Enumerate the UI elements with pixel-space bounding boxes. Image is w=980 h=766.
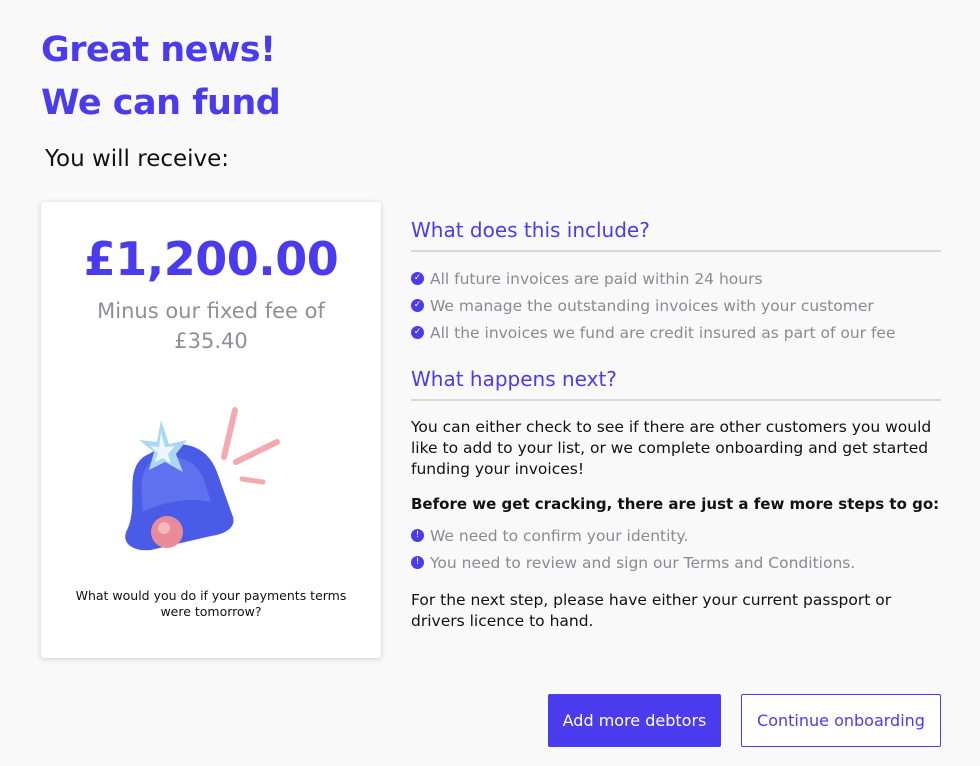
list-item: ✓ All the invoices we fund are credit ins… xyxy=(411,319,941,346)
page-headline: Great news! We can fund xyxy=(41,24,281,130)
includes-list: ✓ All future invoices are paid within 24 … xyxy=(411,265,941,346)
check-icon: ✓ xyxy=(411,299,424,312)
list-item-text: All future invoices are paid within 24 h… xyxy=(430,269,763,288)
continue-onboarding-button[interactable]: Continue onboarding xyxy=(741,694,941,747)
list-item: ✓ We manage the outstanding invoices with… xyxy=(411,292,941,319)
check-icon: ✓ xyxy=(411,326,424,339)
next-steps-paragraph: You can either check to see if there are… xyxy=(411,418,932,478)
check-icon: ✓ xyxy=(411,272,424,285)
next-steps-section: What happens next? You can either check … xyxy=(411,367,941,632)
list-item: ✓ All future invoices are paid within 24 … xyxy=(411,265,941,292)
next-steps-title: What happens next? xyxy=(411,367,941,401)
list-item-text: You need to review and sign our Terms an… xyxy=(430,553,856,572)
funding-amount: £1,200.00 xyxy=(83,232,339,286)
exclamation-icon: ! xyxy=(411,556,424,569)
exclamation-icon: ! xyxy=(411,529,424,542)
list-item-text: We need to confirm your identity. xyxy=(430,526,689,545)
headline-line-1: Great news! xyxy=(41,30,276,70)
list-item-text: All the invoices we fund are credit insu… xyxy=(430,323,896,342)
funding-amount-card: £1,200.00 Minus our fixed fee of £35.40 … xyxy=(41,202,381,658)
includes-title: What does this include? xyxy=(411,218,941,252)
next-step-footer: For the next step, please have either yo… xyxy=(411,591,892,630)
add-more-debtors-button[interactable]: Add more debtors xyxy=(548,694,721,747)
bell-icon xyxy=(125,407,280,551)
list-item-text: We manage the outstanding invoices with … xyxy=(430,296,874,315)
receive-label: You will receive: xyxy=(45,146,230,172)
list-item: ! You need to review and sign our Terms a… xyxy=(411,549,941,576)
list-item: ! We need to confirm your identity. xyxy=(411,522,941,549)
card-caption: What would you do if your payments terms… xyxy=(75,588,347,619)
steps-heading: Before we get cracking, there are just a… xyxy=(411,495,940,513)
fixed-fee-text: Minus our fixed fee of £35.40 xyxy=(97,299,325,353)
headline-line-2: We can fund xyxy=(41,83,281,123)
steps-list: ! We need to confirm your identity. ! You … xyxy=(411,522,941,576)
includes-section: What does this include? ✓ All future invo… xyxy=(411,218,941,346)
